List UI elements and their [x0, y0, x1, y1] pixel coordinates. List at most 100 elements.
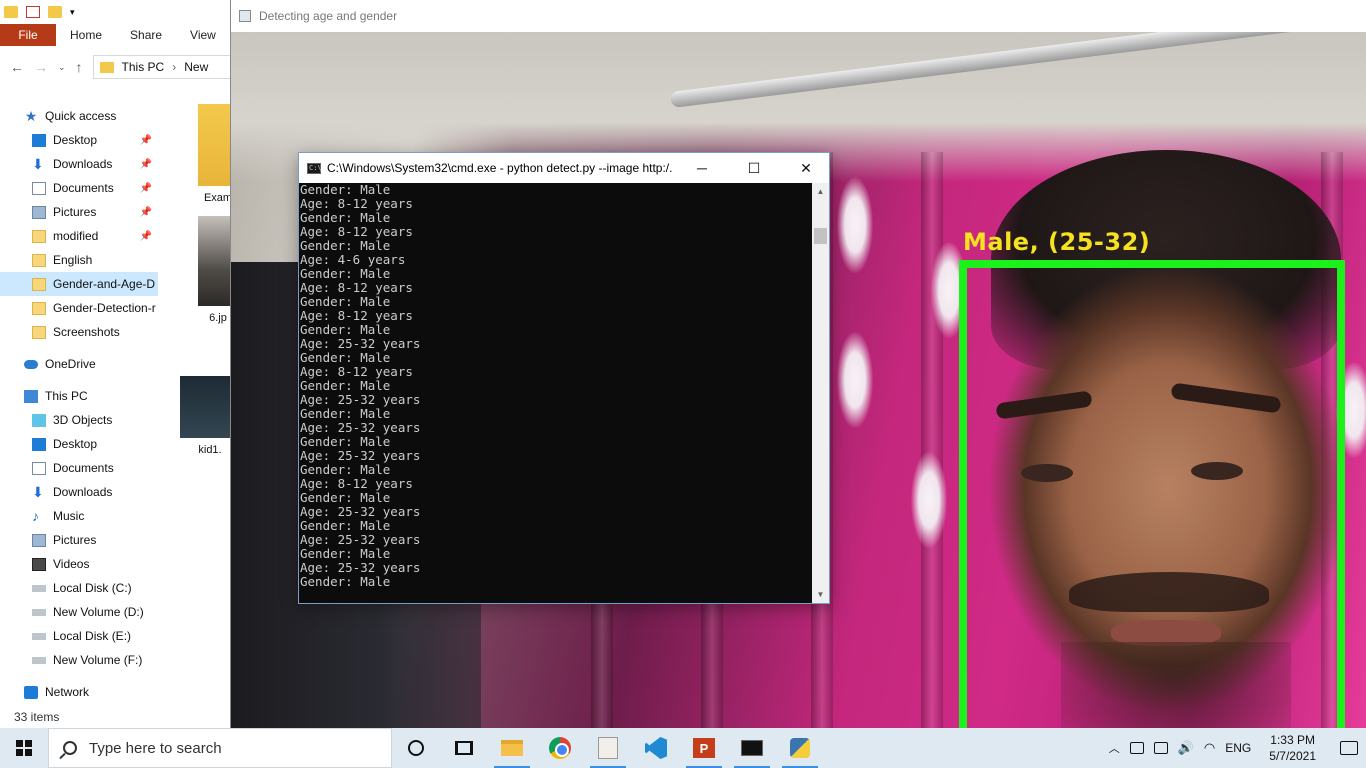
forward-arrow-icon[interactable]: → — [34, 59, 48, 75]
nav-desktop[interactable]: Desktop 📌 — [0, 128, 158, 152]
nav-label: 3D Objects — [53, 413, 113, 427]
cmd-titlebar[interactable]: C:\ C:\Windows\System32\cmd.exe - python… — [299, 153, 829, 183]
console-line: Gender: Male — [300, 406, 391, 421]
taskbar-cmd[interactable] — [728, 728, 776, 768]
nav-label: Desktop — [53, 133, 98, 147]
scroll-down-arrow-icon[interactable]: ▼ — [812, 586, 829, 603]
show-hidden-icons-chevron-icon[interactable]: ︿ — [1109, 740, 1120, 756]
console-line: Age: 25-32 years — [300, 504, 421, 519]
star-icon: ★ — [24, 107, 38, 124]
document-icon — [32, 181, 46, 195]
pin-icon: 📌 — [139, 230, 152, 242]
disk-drive-icon — [32, 608, 46, 616]
cortana-button[interactable] — [392, 728, 440, 768]
close-button[interactable]: ✕ — [783, 153, 829, 183]
nav-disk-f[interactable]: New Volume (F:) — [0, 648, 158, 672]
taskbar-powerpoint[interactable]: P — [680, 728, 728, 768]
tab-share[interactable]: Share — [116, 28, 176, 42]
nav-disk-e[interactable]: Local Disk (E:) — [0, 624, 158, 648]
nav-gender-detection[interactable]: Gender-Detection-r — [0, 296, 158, 320]
nav-label: This PC — [45, 389, 88, 403]
image-window-titlebar[interactable]: Detecting age and gender — [231, 0, 1366, 32]
nav-downloads[interactable]: ⬇ Downloads 📌 — [0, 152, 158, 176]
nav-network[interactable]: Network — [0, 680, 158, 704]
document-icon — [32, 461, 46, 475]
nav-english[interactable]: English — [0, 248, 158, 272]
nav-videos[interactable]: Videos — [0, 552, 158, 576]
folder-icon — [32, 229, 46, 243]
file-explorer-window: ▾ File Home Share View ← → ⌄ ↑ This PC ›… — [0, 0, 240, 728]
console-line: Gender: Male — [300, 490, 391, 505]
minimize-button[interactable]: ─ — [679, 153, 725, 183]
breadcrumb-this-pc[interactable]: This PC — [122, 60, 165, 74]
nav-label: Pictures — [53, 533, 97, 547]
nav-label: New Volume (F:) — [53, 653, 143, 667]
nav-documents[interactable]: Documents 📌 — [0, 176, 158, 200]
console-line: Gender: Male — [300, 546, 391, 561]
scroll-thumb[interactable] — [814, 228, 827, 244]
taskbar-chrome[interactable] — [536, 728, 584, 768]
nav-pc-documents[interactable]: Documents — [0, 456, 158, 480]
taskbar-search-box[interactable]: Type here to search — [48, 728, 392, 768]
scroll-up-arrow-icon[interactable]: ▲ — [812, 183, 829, 200]
console-line: Age: 25-32 years — [300, 448, 421, 463]
nav-pc-pictures[interactable]: Pictures — [0, 528, 158, 552]
computer-icon — [24, 389, 38, 403]
cmd-app-icon: C:\ — [307, 162, 322, 174]
taskbar-photos[interactable] — [584, 728, 632, 768]
nav-modified[interactable]: modified 📌 — [0, 224, 158, 248]
up-arrow-icon[interactable]: ↑ — [76, 59, 83, 75]
cmd-console-output[interactable]: Gender: Male Age: 8-12 years Gender: Male A… — [299, 183, 813, 603]
nav-screenshots[interactable]: Screenshots — [0, 320, 158, 344]
maximize-button[interactable]: ☐ — [731, 153, 777, 183]
wifi-icon[interactable]: ◠ — [1204, 740, 1215, 756]
address-bar[interactable]: This PC › New — [92, 55, 233, 79]
battery-icon[interactable] — [1153, 742, 1168, 754]
pin-icon: 📌 — [139, 182, 152, 194]
tab-file[interactable]: File — [0, 24, 56, 46]
console-line: Gender: Male — [300, 238, 391, 253]
nav-label: Gender-and-Age-D — [53, 277, 156, 291]
nav-pc-desktop[interactable]: Desktop — [0, 432, 158, 456]
new-folder-icon[interactable] — [48, 6, 62, 18]
console-line: Gender: Male — [300, 183, 391, 197]
nav-label: Local Disk (C:) — [53, 581, 132, 595]
nav-music[interactable]: ♪ Music — [0, 504, 158, 528]
recent-locations-icon[interactable]: ⌄ — [58, 62, 66, 73]
desktop-icon — [32, 133, 46, 147]
pin-icon: 📌 — [139, 158, 152, 170]
nav-pictures[interactable]: Pictures 📌 — [0, 200, 158, 224]
taskbar-file-explorer[interactable] — [488, 728, 536, 768]
nav-quick-access[interactable]: ★ Quick access — [0, 104, 158, 128]
folder-icon[interactable] — [4, 6, 18, 18]
task-view-button[interactable] — [440, 728, 488, 768]
volume-icon[interactable]: 🔊 — [1178, 740, 1194, 756]
nav-pc-downloads[interactable]: ⬇ Downloads — [0, 480, 158, 504]
clock[interactable]: 1:33 PM 5/7/2021 — [1269, 732, 1316, 764]
webcam-indicator-icon[interactable] — [1129, 742, 1144, 754]
nav-gender-and-age[interactable]: Gender-and-Age-D — [0, 272, 158, 296]
properties-icon[interactable] — [26, 6, 40, 18]
cmd-scrollbar[interactable]: ▲ ▼ — [812, 183, 829, 603]
file-list: Exam 6.jp kid1. — [160, 104, 240, 704]
nav-label: Quick access — [45, 109, 117, 123]
nav-disk-d[interactable]: New Volume (D:) — [0, 600, 158, 624]
nav-3d-objects[interactable]: 3D Objects — [0, 408, 158, 432]
film-icon — [32, 557, 46, 571]
chevron-down-icon[interactable]: ▾ — [70, 7, 75, 18]
tab-view[interactable]: View — [176, 28, 230, 42]
language-indicator[interactable]: ENG — [1225, 741, 1251, 755]
breadcrumb-new[interactable]: New — [184, 60, 208, 74]
notifications-icon[interactable] — [1340, 741, 1358, 755]
nav-disk-c[interactable]: Local Disk (C:) — [0, 576, 158, 600]
nav-this-pc[interactable]: This PC — [0, 384, 158, 408]
taskbar-vscode[interactable] — [632, 728, 680, 768]
back-arrow-icon[interactable]: ← — [10, 59, 24, 75]
nav-onedrive[interactable]: OneDrive — [0, 352, 158, 376]
photo-viewer-icon — [598, 737, 618, 759]
start-button[interactable] — [0, 728, 48, 768]
console-line: Age: 25-32 years — [300, 336, 421, 351]
tab-home[interactable]: Home — [56, 28, 116, 42]
pictures-icon — [32, 205, 46, 219]
taskbar-python[interactable] — [776, 728, 824, 768]
